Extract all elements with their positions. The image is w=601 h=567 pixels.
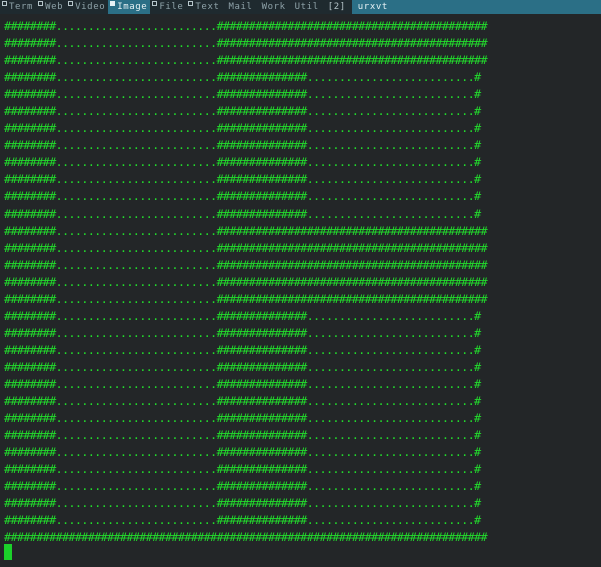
- tag-label: Mail: [228, 2, 253, 12]
- occupied-indicator-icon: [152, 1, 158, 6]
- tag-mail[interactable]: Mail: [222, 0, 255, 14]
- tag-label: Image: [117, 2, 148, 12]
- tag-work[interactable]: Work: [256, 0, 289, 14]
- tag-term[interactable]: Term: [0, 0, 36, 14]
- tag-label: Web: [45, 2, 64, 12]
- occupied-indicator-icon: [188, 1, 194, 6]
- tag-video[interactable]: Video: [66, 0, 108, 14]
- tag-label: Video: [75, 2, 106, 12]
- occupied-indicator-icon: [68, 1, 74, 6]
- status-bar: Term Web Video Image File Text Mail Work Util [2…: [0, 0, 601, 14]
- tag-file[interactable]: File: [150, 0, 186, 14]
- tag-label: File: [159, 2, 184, 12]
- occupied-indicator-icon: [110, 1, 116, 6]
- terminal-window[interactable]: ########.........................#######…: [0, 14, 601, 567]
- tag-label: Term: [9, 2, 34, 12]
- tag-image[interactable]: Image: [108, 0, 151, 14]
- tag-web[interactable]: Web: [36, 0, 66, 14]
- tag-list: Term Web Video Image File Text Mail Work Util: [0, 0, 322, 14]
- tag-label: Work: [261, 2, 286, 12]
- layout-indicator[interactable]: [2]: [322, 2, 352, 12]
- terminal-output: ########.........................#######…: [4, 19, 488, 545]
- tag-text[interactable]: Text: [186, 0, 222, 14]
- tag-util[interactable]: Util: [289, 0, 322, 14]
- window-title-label: urxvt: [357, 2, 388, 12]
- occupied-indicator-icon: [38, 1, 44, 6]
- tag-label: Text: [195, 2, 220, 12]
- terminal-cursor: [4, 544, 12, 560]
- occupied-indicator-icon: [2, 1, 7, 6]
- window-title: urxvt: [351, 0, 601, 14]
- tag-label: Util: [294, 2, 319, 12]
